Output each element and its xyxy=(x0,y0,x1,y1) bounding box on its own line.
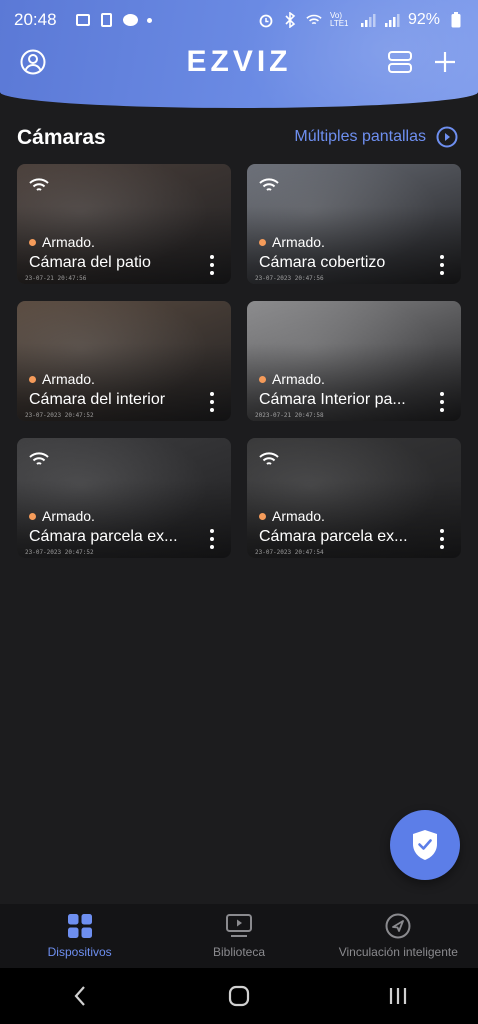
armed-status: Armado. xyxy=(259,508,325,524)
wifi-signal-icon xyxy=(29,452,49,465)
camera-name: Cámara del patio xyxy=(29,254,151,271)
back-button[interactable] xyxy=(60,976,100,1016)
grid-icon xyxy=(67,914,92,938)
camera-timestamp: 23-07-2023 20:47:54 xyxy=(255,549,324,556)
more-options-button[interactable] xyxy=(439,392,445,412)
add-device-button[interactable] xyxy=(431,48,459,76)
nav-library[interactable]: Biblioteca xyxy=(159,904,318,968)
nav-devices[interactable]: Dispositivos xyxy=(0,904,159,968)
app-header: 20:48 Vo) LTE1 92% EZVIZ xyxy=(0,0,478,108)
recents-button[interactable] xyxy=(378,976,418,1016)
wifi-signal-icon xyxy=(259,452,279,465)
notification-app-icon xyxy=(99,12,115,28)
app-bar: EZVIZ xyxy=(0,42,478,82)
armed-label: Armado. xyxy=(272,508,325,524)
camera-name: Cámara Interior pa... xyxy=(259,391,406,408)
recents-icon xyxy=(390,988,407,1004)
camera-card[interactable]: Armado. Cámara cobertizo 23-07-2023 20:47:… xyxy=(247,164,461,284)
ezviz-logo: EZVIZ xyxy=(186,45,292,78)
shield-check-icon xyxy=(413,830,437,860)
more-options-button[interactable] xyxy=(209,392,215,412)
more-options-button[interactable] xyxy=(439,529,445,549)
multi-screen-link[interactable]: Múltiples pantallas xyxy=(294,126,458,148)
camera-timestamp: 2023-07-21 20:47:58 xyxy=(255,412,324,419)
more-options-button[interactable] xyxy=(209,255,215,275)
app-badge-icon xyxy=(123,12,139,28)
navigation-compass-icon xyxy=(385,913,411,939)
system-navigation-bar xyxy=(0,968,478,1024)
video-library-icon xyxy=(225,914,252,937)
armed-label: Armado. xyxy=(42,508,95,524)
armed-status: Armado. xyxy=(29,508,95,524)
alarm-icon xyxy=(258,12,274,28)
battery-level: 92% xyxy=(407,11,440,28)
security-mode-button[interactable] xyxy=(390,810,460,880)
armed-label: Armado. xyxy=(42,371,95,387)
nav-library-label: Biblioteca xyxy=(212,945,265,959)
armed-dot xyxy=(29,512,36,520)
camera-timestamp: 23-07-2023 20:47:56 xyxy=(255,275,324,282)
camera-name: Cámara cobertizo xyxy=(259,254,386,271)
more-options-button[interactable] xyxy=(439,255,445,275)
home-button[interactable] xyxy=(219,976,259,1016)
wifi-signal-icon xyxy=(29,178,49,191)
camera-name: Cámara parcela ex... xyxy=(29,528,178,545)
armed-dot xyxy=(259,238,266,246)
armed-label: Armado. xyxy=(42,234,95,250)
play-circle-icon xyxy=(436,126,458,148)
layout-toggle-button[interactable] xyxy=(386,48,414,76)
camera-timestamp: 23-07-21 20:47:56 xyxy=(25,275,87,282)
camera-card[interactable]: Armado. Cámara parcela ex... 23-07-2023 20… xyxy=(17,438,231,558)
armed-dot xyxy=(29,238,36,246)
wifi-status-icon xyxy=(306,12,322,28)
section-title: Cámaras xyxy=(17,126,106,149)
more-notifications-dot xyxy=(146,17,152,23)
battery-icon xyxy=(448,12,464,28)
more-options-button[interactable] xyxy=(209,529,215,549)
nav-devices-label: Dispositivos xyxy=(47,945,112,959)
camera-card[interactable]: Armado. Cámara del patio 23-07-21 20:47:56 xyxy=(17,164,231,284)
armed-dot xyxy=(29,375,36,383)
status-bar: 20:48 Vo) LTE1 92% xyxy=(0,0,478,40)
multi-screen-label: Múltiples pantallas xyxy=(294,128,426,145)
wifi-signal-icon xyxy=(259,178,279,191)
home-icon xyxy=(228,985,250,1007)
armed-status: Armado. xyxy=(259,371,325,387)
user-icon xyxy=(20,49,46,75)
signal-icon-1 xyxy=(360,12,376,28)
camera-name: Cámara parcela ex... xyxy=(259,528,408,545)
bluetooth-icon xyxy=(282,12,298,28)
profile-button[interactable] xyxy=(19,48,47,76)
camera-name: Cámara del interior xyxy=(29,391,166,408)
back-chevron-icon xyxy=(74,986,85,1006)
status-time: 20:48 xyxy=(14,10,57,29)
camera-card[interactable]: Armado. Cámara Interior pa... 2023-07-21 2… xyxy=(247,301,461,421)
network-label: Vo) LTE1 xyxy=(329,11,349,28)
signal-icon-2 xyxy=(384,12,400,28)
camera-card[interactable]: Armado. Cámara del interior 23-07-2023 20:… xyxy=(17,301,231,421)
bottom-navigation: Dispositivos Biblioteca Vinculación inte… xyxy=(0,904,478,968)
armed-status: Armado. xyxy=(29,234,95,250)
camera-timestamp: 23-07-2023 20:47:52 xyxy=(25,412,94,419)
armed-dot xyxy=(259,512,266,520)
armed-label: Armado. xyxy=(272,371,325,387)
plus-icon xyxy=(435,52,455,72)
nav-smart-link-label: Vinculación inteligente xyxy=(338,945,458,959)
nav-smart-link[interactable]: Vinculación inteligente xyxy=(319,904,478,968)
camera-card[interactable]: Armado. Cámara parcela ex... 23-07-2023 20… xyxy=(247,438,461,558)
armed-status: Armado. xyxy=(259,234,325,250)
layout-list-icon xyxy=(388,51,412,73)
armed-dot xyxy=(259,375,266,383)
armed-label: Armado. xyxy=(272,234,325,250)
armed-status: Armado. xyxy=(29,371,95,387)
camera-timestamp: 23-07-2023 20:47:52 xyxy=(25,549,94,556)
gallery-icon xyxy=(75,12,91,28)
